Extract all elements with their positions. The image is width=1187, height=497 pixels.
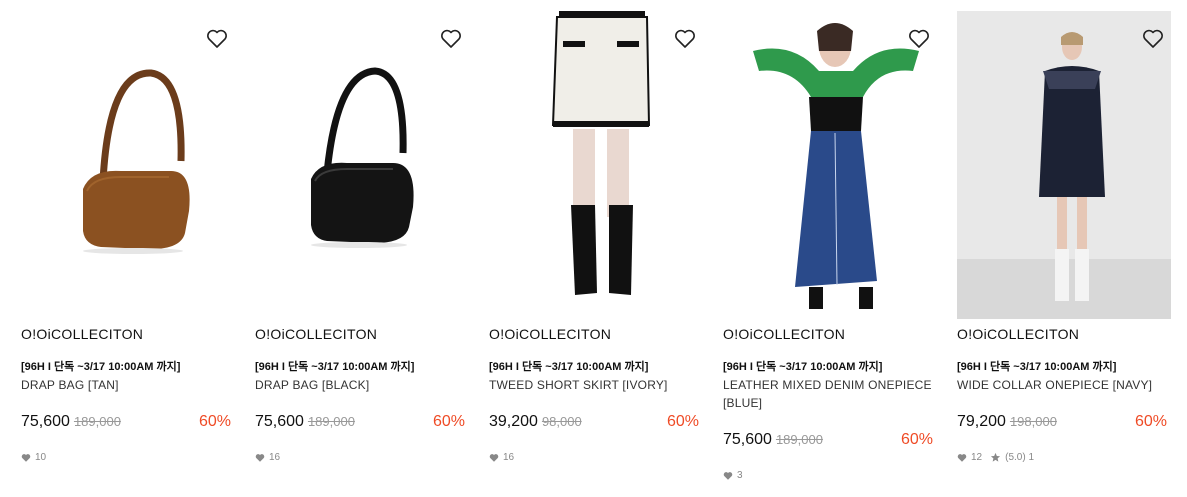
likes-count: 16	[489, 452, 514, 463]
sale-price: 39,200	[489, 413, 538, 430]
original-price: 189,000	[775, 432, 823, 447]
heart-filled-icon	[489, 453, 499, 462]
product-image[interactable]	[255, 11, 469, 319]
tweed-skirt-image	[551, 11, 651, 295]
original-price: 189,000	[73, 414, 121, 429]
price-row: 75,600 189,000 60%	[723, 431, 937, 453]
product-promo-tag: [96H I 단독 ~3/17 10:00AM 까지]	[957, 361, 1117, 373]
product-card[interactable]: O!OiCOLLECITON [96H I 단독 ~3/17 10:00AM 까…	[723, 0, 937, 481]
wishlist-heart-icon[interactable]	[673, 27, 697, 51]
price-row: 75,600 189,000 60%	[255, 413, 469, 435]
heart-filled-icon	[21, 453, 31, 462]
likes-count: 3	[723, 470, 743, 481]
discount-rate: 60%	[432, 413, 465, 430]
product-promo-tag: [96H I 단독 ~3/17 10:00AM 까지]	[723, 361, 883, 373]
likes-value: 16	[269, 452, 281, 463]
product-brand[interactable]: O!OiCOLLECITON	[21, 326, 143, 342]
tan-bag-image	[83, 69, 190, 254]
discount-rate: 60%	[666, 413, 699, 430]
review-value: (5.0) 1	[1005, 452, 1035, 463]
sale-price: 75,600	[723, 431, 772, 448]
product-card[interactable]: O!OiCOLLECITON [96H I 단독 ~3/17 10:00AM 까…	[957, 0, 1171, 463]
product-card[interactable]: O!OiCOLLECITON [96H I 단독 ~3/17 10:00AM 까…	[21, 0, 235, 463]
product-name[interactable]: DRAP BAG [TAN]	[21, 376, 235, 394]
original-price: 198,000	[1009, 414, 1057, 429]
product-promo-tag: [96H I 단독 ~3/17 10:00AM 까지]	[489, 361, 649, 373]
original-price: 98,000	[541, 414, 582, 429]
denim-onepiece-image	[753, 23, 919, 309]
product-brand[interactable]: O!OiCOLLECITON	[723, 326, 845, 342]
wishlist-heart-icon[interactable]	[205, 27, 229, 51]
product-promo-tag: [96H I 단독 ~3/17 10:00AM 까지]	[21, 361, 181, 373]
discount-rate: 60%	[198, 413, 231, 430]
likes-and-review: 12 (5.0) 1	[957, 452, 1034, 463]
heart-filled-icon	[723, 471, 733, 480]
discount-rate: 60%	[1134, 413, 1167, 430]
likes-value: 16	[503, 452, 515, 463]
product-card[interactable]: O!OiCOLLECITON [96H I 단독 ~3/17 10:00AM 까…	[489, 0, 703, 463]
product-name[interactable]: WIDE COLLAR ONEPIECE [NAVY]	[957, 376, 1171, 394]
product-image[interactable]	[723, 11, 937, 319]
navy-onepiece-image	[957, 32, 1171, 319]
product-name[interactable]: LEATHER MIXED DENIM ONEPIECE [BLUE]	[723, 376, 937, 412]
product-card[interactable]: O!OiCOLLECITON [96H I 단독 ~3/17 10:00AM 까…	[255, 0, 469, 463]
product-name[interactable]: DRAP BAG [BLACK]	[255, 376, 469, 394]
sale-price: 75,600	[255, 413, 304, 430]
product-image[interactable]	[957, 11, 1171, 319]
heart-filled-icon	[255, 453, 265, 462]
likes-value: 3	[737, 470, 743, 481]
product-brand[interactable]: O!OiCOLLECITON	[489, 326, 611, 342]
product-grid: O!OiCOLLECITON [96H I 단독 ~3/17 10:00AM 까…	[0, 0, 1187, 497]
sale-price: 79,200	[957, 413, 1006, 430]
price-row: 75,600 189,000 60%	[21, 413, 235, 435]
product-name[interactable]: TWEED SHORT SKIRT [IVORY]	[489, 376, 703, 394]
review-rating: (5.0) 1	[990, 452, 1034, 463]
wishlist-heart-icon[interactable]	[1141, 27, 1165, 51]
likes-value: 10	[35, 452, 47, 463]
star-icon	[991, 452, 1001, 462]
product-image[interactable]	[489, 11, 703, 319]
price-row: 79,200 198,000 60%	[957, 413, 1171, 435]
wishlist-heart-icon[interactable]	[439, 27, 463, 51]
black-bag-image	[311, 67, 414, 248]
sale-price: 75,600	[21, 413, 70, 430]
product-brand[interactable]: O!OiCOLLECITON	[957, 326, 1079, 342]
product-brand[interactable]: O!OiCOLLECITON	[255, 326, 377, 342]
wishlist-heart-icon[interactable]	[907, 27, 931, 51]
product-image[interactable]	[21, 11, 235, 319]
heart-filled-icon	[957, 453, 967, 462]
discount-rate: 60%	[900, 431, 933, 448]
likes-value: 12	[971, 452, 983, 463]
original-price: 189,000	[307, 414, 355, 429]
likes-count: 10	[21, 452, 46, 463]
product-promo-tag: [96H I 단독 ~3/17 10:00AM 까지]	[255, 361, 415, 373]
likes-count: 16	[255, 452, 280, 463]
price-row: 39,200 98,000 60%	[489, 413, 703, 435]
